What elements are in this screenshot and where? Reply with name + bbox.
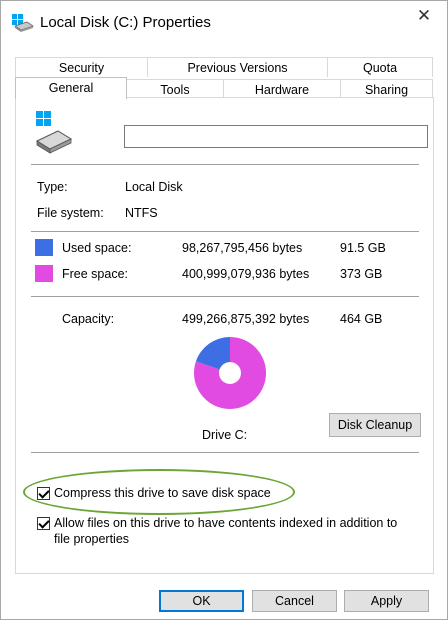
separator (31, 452, 419, 453)
used-space-swatch (35, 239, 53, 256)
disk-usage-donut (194, 337, 266, 409)
disk-cleanup-button[interactable]: Disk Cleanup (329, 413, 421, 437)
cancel-button[interactable]: Cancel (252, 590, 337, 612)
apply-button[interactable]: Apply (344, 590, 429, 612)
close-button[interactable]: ✕ (401, 1, 447, 31)
tab-previous-versions[interactable]: Previous Versions (147, 57, 328, 77)
compress-label[interactable]: Compress this drive to save disk space (54, 486, 271, 500)
separator (31, 231, 419, 232)
compress-checkbox[interactable] (37, 487, 50, 500)
free-space-size: 373 GB (340, 267, 383, 281)
title-bar: Local Disk (C:) Properties ✕ (1, 1, 447, 45)
used-space-label: Used space: (62, 241, 132, 255)
drive-label: Drive C: (202, 428, 248, 442)
general-tab-panel (15, 97, 434, 574)
capacity-bytes: 499,266,875,392 bytes (182, 312, 310, 326)
tab-quota[interactable]: Quota (327, 57, 433, 77)
type-label: Type: (37, 180, 68, 194)
free-space-swatch (35, 265, 53, 282)
drive-title-icon (12, 14, 34, 32)
type-value: Local Disk (125, 180, 183, 194)
ok-button[interactable]: OK (159, 590, 244, 612)
file-system-label: File system: (37, 206, 104, 220)
separator (31, 296, 419, 297)
index-label-line2[interactable]: file properties (54, 532, 129, 546)
index-checkbox[interactable] (37, 517, 50, 530)
close-icon: ✕ (416, 6, 432, 25)
tab-sharing[interactable]: Sharing (340, 79, 433, 99)
donut-hole (219, 362, 241, 384)
free-space-label: Free space: (62, 267, 129, 281)
properties-dialog: Local Disk (C:) Properties ✕ Security Pr… (0, 0, 448, 620)
used-space-bytes: 98,267,795,456 bytes (182, 241, 303, 255)
tab-hardware[interactable]: Hardware (223, 79, 341, 99)
window-title: Local Disk (C:) Properties (40, 14, 211, 31)
drive-icon (35, 111, 73, 154)
used-space-size: 91.5 GB (340, 241, 386, 255)
capacity-size: 464 GB (340, 312, 383, 326)
volume-label-input[interactable] (124, 125, 428, 148)
tab-tools[interactable]: Tools (126, 79, 224, 99)
tab-security[interactable]: Security (15, 57, 148, 77)
file-system-value: NTFS (125, 206, 158, 220)
index-label-line1[interactable]: Allow files on this drive to have conten… (54, 516, 397, 530)
separator (31, 164, 419, 165)
free-space-bytes: 400,999,079,936 bytes (182, 267, 310, 281)
tab-general[interactable]: General (15, 77, 127, 99)
capacity-label: Capacity: (62, 312, 115, 326)
